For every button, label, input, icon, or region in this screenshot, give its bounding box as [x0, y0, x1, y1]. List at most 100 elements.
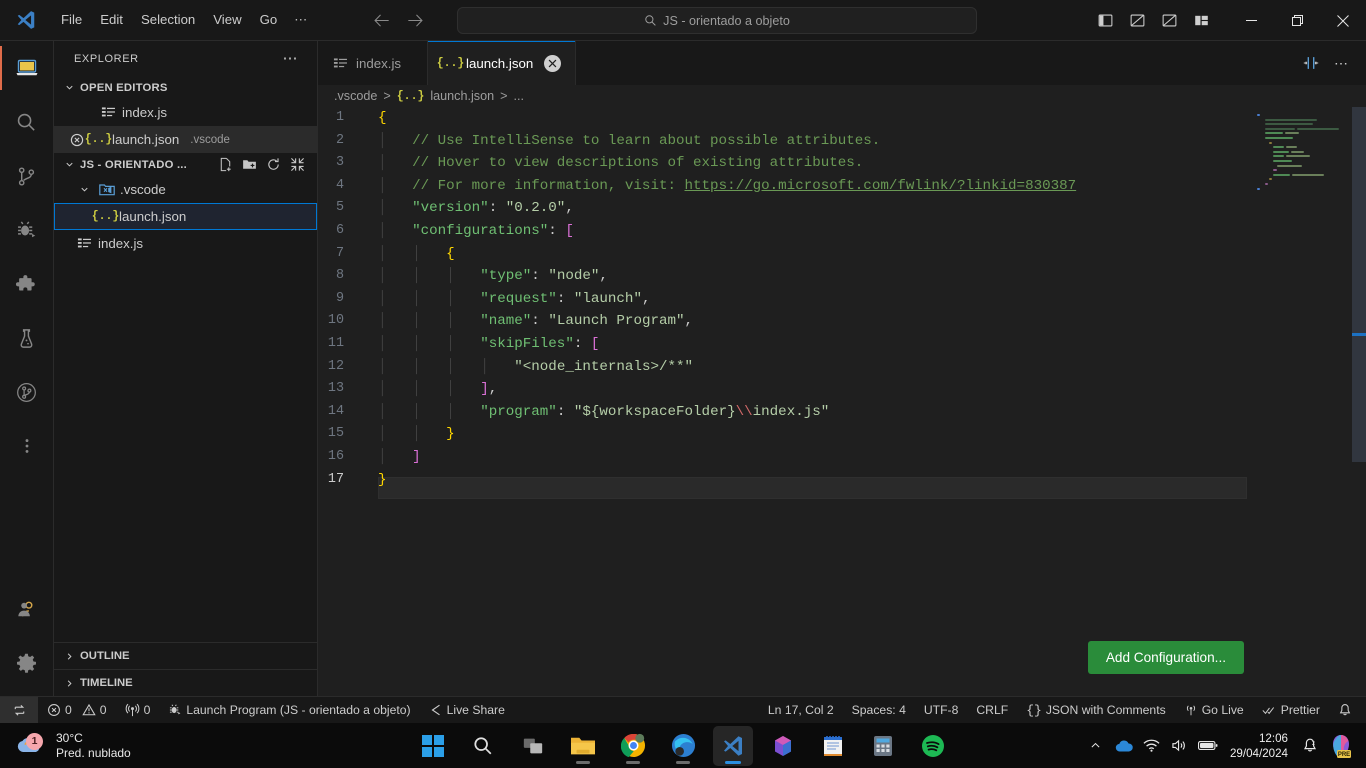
split-editor-icon[interactable]	[1302, 54, 1320, 72]
menu-selection[interactable]: Selection	[132, 7, 204, 33]
breadcrumb-file[interactable]: launch.json	[430, 89, 494, 103]
sidebar-item-extensions[interactable]	[0, 257, 54, 311]
status-live-share[interactable]: Live Share	[420, 697, 514, 724]
close-icon[interactable]	[1320, 0, 1366, 41]
chevron-up-icon[interactable]	[1082, 726, 1110, 766]
collapse-all-icon[interactable]	[290, 157, 305, 172]
open-editor-index-js[interactable]: index.js	[54, 99, 317, 126]
taskbar-calculator-icon[interactable]	[863, 726, 903, 766]
status-eol[interactable]: CRLF	[967, 697, 1017, 724]
layout-toggles	[1092, 8, 1214, 34]
taskbar-clock[interactable]: 12:06 29/04/2024	[1222, 731, 1296, 761]
command-center-search[interactable]: JS - orientado a objeto	[457, 7, 977, 34]
arrow-left-icon[interactable]	[371, 9, 393, 31]
accounts-person-icon[interactable]	[0, 582, 54, 636]
taskbar-spotify-icon[interactable]	[913, 726, 953, 766]
editor-minimap[interactable]	[1247, 107, 1352, 696]
status-debug-target[interactable]: Launch Program (JS - orientado a objeto)	[159, 697, 419, 724]
status-indentation[interactable]: Spaces: 4	[843, 697, 915, 724]
line-number: 6	[335, 222, 344, 238]
customize-layout-icon[interactable]	[1188, 8, 1214, 34]
minimize-icon[interactable]	[1228, 0, 1274, 41]
tab-index-js[interactable]: index.js	[318, 41, 428, 85]
taskbar-task-view-icon[interactable]	[513, 726, 553, 766]
status-language-mode[interactable]: {} JSON with Comments	[1017, 697, 1174, 724]
tree-file-launch-json[interactable]: {..} launch.json	[54, 203, 317, 230]
section-outline[interactable]: OUTLINE	[54, 642, 318, 669]
wifi-icon[interactable]	[1138, 726, 1166, 766]
menu-go[interactable]: Go	[251, 7, 287, 33]
editor-vertical-scrollbar[interactable]	[1352, 107, 1366, 696]
battery-icon[interactable]	[1194, 726, 1222, 766]
menu-edit[interactable]: Edit	[91, 7, 132, 33]
breadcrumb-folder[interactable]: .vscode	[334, 89, 377, 103]
status-problems[interactable]: 0 0	[38, 697, 116, 724]
doc-link[interactable]: https://go.microsoft.com/fwlink/?linkid=…	[685, 178, 1077, 194]
taskbar-start-button[interactable]	[413, 726, 453, 766]
new-folder-icon[interactable]	[242, 157, 257, 172]
line-number: 11	[327, 335, 344, 351]
section-open-editors[interactable]: OPEN EDITORS	[54, 76, 317, 99]
more-actions-icon[interactable]: ⋯	[1334, 56, 1350, 70]
taskbar-chrome-icon[interactable]	[613, 726, 653, 766]
status-go-live[interactable]: Go Live	[1175, 697, 1253, 724]
restore-icon[interactable]	[1274, 0, 1320, 41]
svg-text:z: z	[1312, 741, 1315, 747]
sidebar-item-git-graph[interactable]	[0, 365, 54, 419]
toggle-primary-sidebar-icon[interactable]	[1092, 8, 1118, 34]
bell-silent-icon[interactable]: z	[1296, 726, 1324, 766]
taskbar-edge-icon[interactable]	[663, 726, 703, 766]
tree-file-index-js[interactable]: index.js	[54, 230, 317, 257]
taskbar-weather-widget[interactable]: 1 30°C Pred. nublado	[0, 731, 131, 761]
toggle-panel-icon[interactable]	[1124, 8, 1150, 34]
sidebar-item-testing[interactable]	[0, 311, 54, 365]
status-prettier[interactable]: Prettier	[1253, 697, 1329, 724]
line-content: │ "configurations": [	[378, 222, 574, 239]
copilot-pre-icon[interactable]: PRE	[1324, 726, 1358, 766]
toggle-secondary-sidebar-icon[interactable]	[1156, 8, 1182, 34]
section-workspace[interactable]: JS - ORIENTADO ...	[54, 153, 317, 176]
taskbar-file-explorer-icon[interactable]	[563, 726, 603, 766]
close-dirty-icon[interactable]	[544, 54, 562, 72]
scrollbar-thumb[interactable]	[1352, 107, 1366, 462]
speaker-icon[interactable]	[1166, 726, 1194, 766]
open-editor-launch-json[interactable]: {..} launch.json .vscode	[54, 126, 317, 153]
section-timeline[interactable]: TIMELINE	[54, 669, 318, 696]
breadcrumb-symbol[interactable]: ...	[513, 89, 524, 103]
status-notifications[interactable]	[1329, 697, 1366, 724]
json-file-icon: {..}	[436, 56, 465, 70]
line-number: 16	[327, 448, 344, 464]
tab-launch-json[interactable]: {..} launch.json	[428, 41, 577, 85]
taskbar-office-icon[interactable]	[763, 726, 803, 766]
sidebar-item-explorer[interactable]	[0, 41, 54, 95]
onedrive-cloud-icon[interactable]	[1110, 726, 1138, 766]
more-horizontal-icon[interactable]: ⋯	[283, 51, 300, 66]
taskbar-search-icon[interactable]	[463, 726, 503, 766]
code-editor[interactable]: 1{ 2 │ // Use IntelliSense to learn about…	[318, 107, 1366, 696]
remote-window-icon[interactable]	[0, 696, 38, 724]
status-ports[interactable]: 0	[116, 697, 160, 724]
new-file-icon[interactable]	[218, 157, 233, 172]
indentation-label: Spaces: 4	[851, 703, 906, 717]
running-indicator	[626, 760, 640, 764]
eol-label: CRLF	[976, 703, 1009, 717]
radio-tower-icon	[125, 703, 140, 718]
close-dirty-icon[interactable]	[68, 133, 85, 147]
sidebar-item-source-control[interactable]	[0, 149, 54, 203]
status-encoding[interactable]: UTF-8	[915, 697, 968, 724]
add-configuration-button[interactable]: Add Configuration...	[1087, 641, 1244, 674]
refresh-icon[interactable]	[266, 157, 281, 172]
menu-file[interactable]: File	[52, 7, 91, 33]
arrow-right-icon[interactable]	[403, 9, 425, 31]
menu-view[interactable]: View	[204, 7, 250, 33]
sidebar-item-run-and-debug[interactable]	[0, 203, 54, 257]
taskbar-notepad-icon[interactable]	[813, 726, 853, 766]
gear-icon[interactable]	[0, 636, 54, 690]
line-content: │ │ │ │ "<node_internals>/**"	[378, 358, 694, 375]
taskbar-vscode-icon[interactable]	[713, 725, 753, 766]
menu-more[interactable]: ⋯	[286, 7, 316, 33]
tree-folder-vscode[interactable]: .vscode	[54, 176, 317, 203]
status-cursor-position[interactable]: Ln 17, Col 2	[759, 697, 843, 724]
sidebar-item-search[interactable]	[0, 95, 54, 149]
sidebar-item-more-views[interactable]	[0, 419, 54, 473]
